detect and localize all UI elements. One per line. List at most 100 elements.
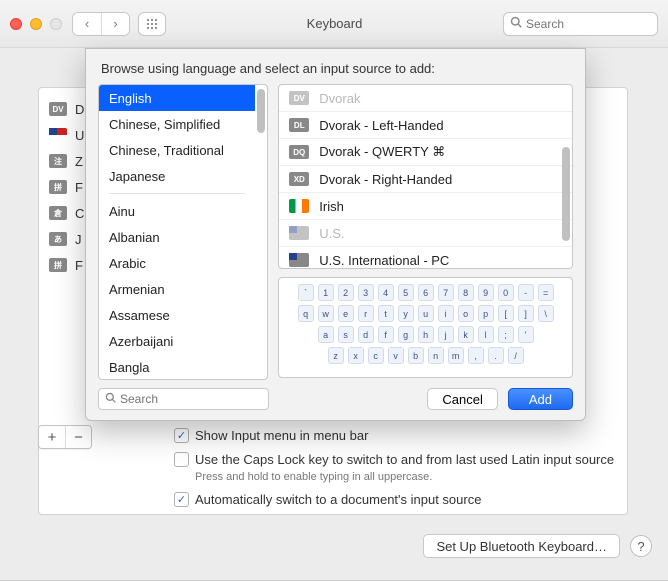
nav-back-forward: ‹ › (72, 12, 130, 36)
input-source-item[interactable]: DQDvorak - QWERTY ⌘ (279, 139, 572, 166)
toolbar-search-input[interactable] (526, 17, 651, 31)
sheet-search[interactable] (98, 388, 269, 410)
input-source-item[interactable]: DL Dvorak - Left-Handed (279, 112, 572, 139)
key: x (348, 347, 364, 364)
key: l (478, 326, 494, 343)
source-icon: DV (289, 91, 309, 105)
language-list[interactable]: EnglishChinese, SimplifiedChinese, Tradi… (99, 85, 267, 379)
language-item[interactable]: Chinese, Simplified (99, 111, 255, 137)
source-label: C (75, 206, 84, 221)
key: 0 (498, 284, 514, 301)
language-item[interactable]: Arabic (99, 250, 255, 276)
source-name: Dvorak - Left-Handed (319, 118, 443, 133)
language-item[interactable]: Chinese, Traditional (99, 137, 255, 163)
language-item[interactable]: Azerbaijani (99, 328, 255, 354)
add-button[interactable]: Add (508, 388, 573, 410)
key: y (398, 305, 414, 322)
input-source-item[interactable]: U.S. International - PC (279, 247, 572, 268)
bluetooth-keyboard-button[interactable]: Set Up Bluetooth Keyboard… (423, 534, 620, 558)
input-source-list[interactable]: DVDvorakDLDvorak - Left-HandedDQDvorak -… (279, 85, 572, 268)
language-scrollbar[interactable] (255, 87, 265, 377)
language-item[interactable]: Ainu (99, 198, 255, 224)
minimize-window[interactable] (30, 18, 42, 30)
key: 5 (398, 284, 414, 301)
key: u (418, 305, 434, 322)
add-source-button[interactable]: + (39, 426, 65, 448)
forward-button[interactable]: › (101, 13, 129, 35)
back-button[interactable]: ‹ (73, 13, 101, 35)
source-icon (289, 199, 309, 213)
key: ; (498, 326, 514, 343)
source-name: Irish (319, 199, 344, 214)
key: i (438, 305, 454, 322)
key: ` (298, 284, 314, 301)
source-name: Dvorak - Right-Handed (319, 172, 452, 187)
language-item[interactable]: English (99, 85, 255, 111)
source-icon: DV (49, 102, 67, 116)
key: r (358, 305, 374, 322)
key: \ (538, 305, 554, 322)
key: = (538, 284, 554, 301)
source-icon: XD (289, 172, 309, 186)
source-icon: DL (289, 118, 309, 132)
auto-switch-checkbox[interactable] (174, 492, 189, 507)
key: 4 (378, 284, 394, 301)
key: - (518, 284, 534, 301)
key: 1 (318, 284, 334, 301)
key: t (378, 305, 394, 322)
show-input-menu-checkbox[interactable] (174, 428, 189, 443)
input-source-item[interactable]: Irish (279, 193, 572, 220)
keyboard-row: zxcvbnm,./ (287, 347, 564, 364)
input-source-item[interactable]: XD Dvorak - Right-Handed (279, 166, 572, 193)
language-item[interactable]: Assamese (99, 302, 255, 328)
source-label: U (75, 128, 84, 143)
source-icon: 注 (49, 154, 67, 168)
source-name: U.S. International - PC (319, 253, 449, 268)
key: . (488, 347, 504, 364)
key: m (448, 347, 464, 364)
key: g (398, 326, 414, 343)
key: e (338, 305, 354, 322)
source-icon: 拼 (49, 180, 67, 194)
separator (109, 193, 245, 194)
key: [ (498, 305, 514, 322)
source-icon: 拼 (49, 258, 67, 272)
key: z (328, 347, 344, 364)
source-name: U.S. (319, 226, 344, 241)
source-label: F (75, 258, 83, 273)
cancel-button[interactable]: Cancel (427, 388, 497, 410)
source-icon (289, 226, 309, 240)
source-name: Dvorak - QWERTY ⌘ (319, 144, 445, 160)
close-window[interactable] (10, 18, 22, 30)
input-source-item: U.S. (279, 220, 572, 247)
language-item[interactable]: Armenian (99, 276, 255, 302)
key: 7 (438, 284, 454, 301)
source-label: F (75, 180, 83, 195)
source-scrollbar[interactable] (560, 87, 570, 266)
caps-lock-switch-label: Use the Caps Lock key to switch to and f… (195, 451, 614, 469)
language-item[interactable]: Bangla (99, 354, 255, 379)
toolbar-search[interactable] (503, 12, 658, 36)
key: h (418, 326, 434, 343)
key: 6 (418, 284, 434, 301)
help-button[interactable]: ? (630, 535, 652, 557)
key: b (408, 347, 424, 364)
zoom-window (50, 18, 62, 30)
key: 8 (458, 284, 474, 301)
auto-switch-label: Automatically switch to a document's inp… (195, 491, 481, 509)
source-list-panel: DVDvorakDLDvorak - Left-HandedDQDvorak -… (278, 84, 573, 269)
add-remove-segment: + − (38, 425, 92, 449)
keyboard-row: asdfghjkl;' (287, 326, 564, 343)
window-title: Keyboard (166, 16, 503, 31)
show-all-button[interactable] (138, 12, 166, 36)
key: ] (518, 305, 534, 322)
language-item[interactable]: Japanese (99, 163, 255, 189)
language-item[interactable]: Albanian (99, 224, 255, 250)
sheet-search-input[interactable] (120, 392, 262, 406)
remove-source-button[interactable]: − (65, 426, 91, 448)
source-icon (289, 253, 309, 267)
footer: Set Up Bluetooth Keyboard… ? (0, 526, 668, 566)
caps-lock-switch-checkbox[interactable] (174, 452, 189, 467)
source-label: Z (75, 154, 83, 169)
language-list-panel: EnglishChinese, SimplifiedChinese, Tradi… (98, 84, 268, 380)
